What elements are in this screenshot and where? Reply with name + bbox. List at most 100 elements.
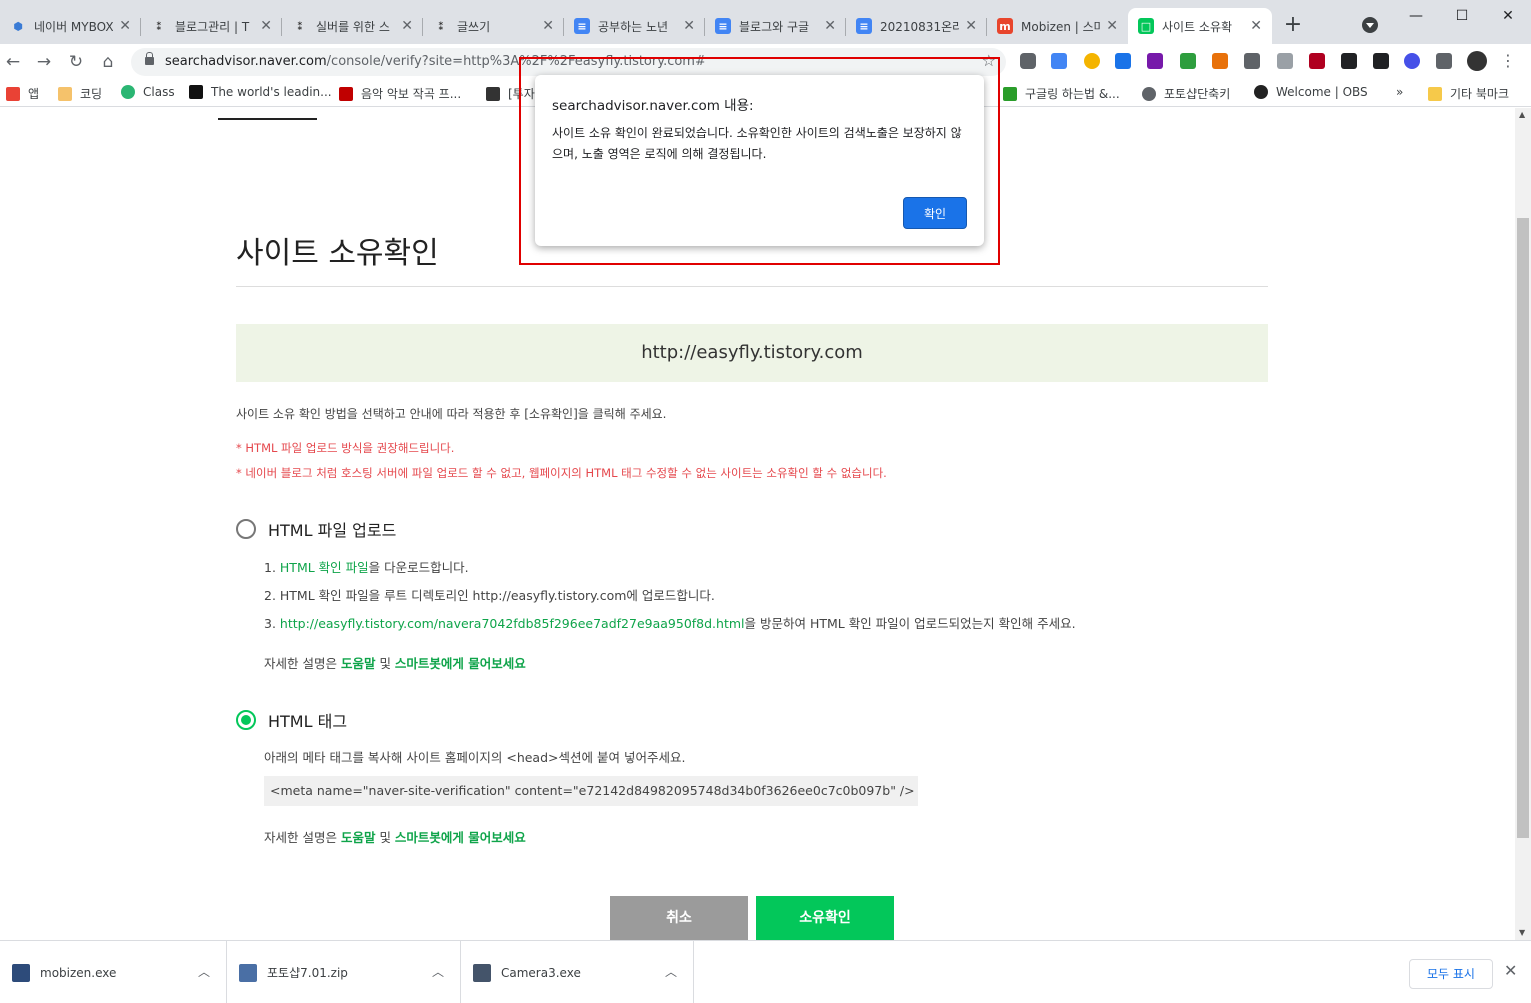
close-icon[interactable]: ✕ (401, 18, 413, 34)
download-html-file-link[interactable]: HTML 확인 파일 (280, 560, 369, 575)
meta-tag-code[interactable]: <meta name="naver-site-verification" con… (264, 776, 918, 806)
translate-icon[interactable] (1051, 53, 1067, 69)
step-text: 3. (264, 616, 280, 631)
tab-online[interactable]: ≡ 20210831온라 ✕ (846, 8, 987, 44)
download-item[interactable]: mobizen.exe ︿ (0, 941, 227, 1003)
extension-icon[interactable] (1212, 53, 1228, 69)
address-bar[interactable]: searchadvisor.naver.com/console/verify?s… (131, 48, 1006, 76)
tab-blog-google[interactable]: ≡ 블로그와 구글 ✕ (705, 8, 846, 44)
url-host: searchadvisor.naver.com (165, 54, 327, 69)
scroll-thumb[interactable] (1517, 218, 1529, 838)
radio-html-file[interactable] (236, 519, 256, 539)
apps-grid-icon (6, 86, 20, 101)
tab-strip: ⬢ 네이버 MYBOX ✕ ⁑ 블로그관리 | T ✕ ⁑ 실버를 위한 스 ✕… (0, 0, 1531, 44)
tab-title: 공부하는 노년 (598, 19, 669, 34)
help-text: 자세한 설명은 (264, 656, 341, 671)
bookmark-googling[interactable]: 구글링 하는법 &... (1003, 85, 1120, 102)
tab-site-verify[interactable]: □ 사이트 소유확 ✕ (1128, 8, 1272, 44)
radio-html-tag[interactable] (236, 710, 256, 730)
tistory-icon: ⁑ (156, 19, 162, 33)
bookmark-worlds-leading[interactable]: The world's leadin... (189, 85, 332, 99)
close-icon[interactable]: ✕ (260, 18, 272, 34)
help-link[interactable]: 도움말 (341, 830, 376, 845)
close-icon[interactable]: ✕ (1250, 18, 1262, 34)
kebab-menu-icon[interactable]: ⋮ (1500, 51, 1516, 70)
close-icon[interactable]: ✕ (824, 18, 836, 34)
tab-mybox[interactable]: ⬢ 네이버 MYBOX ✕ (0, 8, 141, 44)
extension-icon[interactable] (1180, 53, 1196, 69)
bookmark-music[interactable]: 음악 악보 작곡 프... (339, 85, 461, 102)
bookmark-class[interactable]: Class (121, 85, 175, 99)
close-icon[interactable]: ✕ (683, 18, 695, 34)
new-tab-button[interactable]: + (1280, 12, 1306, 37)
download-item[interactable]: Camera3.exe ︿ (461, 941, 694, 1003)
cancel-button[interactable]: 취소 (610, 896, 748, 940)
extension-icon[interactable] (1404, 53, 1420, 69)
extension-icon[interactable] (1341, 53, 1357, 69)
page-title: 사이트 소유확인 (236, 236, 439, 271)
onenote-icon[interactable] (1147, 53, 1163, 69)
extension-icon[interactable] (1244, 53, 1260, 69)
site-url-box: http://easyfly.tistory.com (236, 324, 1268, 382)
tab-write[interactable]: ⁑ 글쓰기 ✕ (423, 8, 564, 44)
extension-icon[interactable] (1277, 53, 1293, 69)
tab-blog-manage[interactable]: ⁑ 블로그관리 | T ✕ (141, 8, 282, 44)
url-text[interactable]: searchadvisor.naver.com/console/verify?s… (165, 54, 706, 69)
tab-search-icon[interactable] (1362, 17, 1378, 33)
help-link[interactable]: 도움말 (341, 656, 376, 671)
verify-ownership-button[interactable]: 소유확인 (756, 896, 894, 940)
ublock-icon[interactable] (1309, 53, 1325, 69)
tab-title: 사이트 소유확 (1162, 19, 1233, 34)
close-icon[interactable]: ✕ (965, 18, 977, 34)
reload-icon[interactable]: ↻ (64, 50, 88, 74)
dialog-ok-button[interactable]: 확인 (903, 197, 967, 229)
smartbot-link[interactable]: 스마트봇에게 물어보세요 (395, 830, 526, 845)
active-nav-underline (218, 118, 317, 120)
bookmark-invest[interactable]: [투자 (486, 85, 535, 102)
extension-icon[interactable] (1373, 53, 1389, 69)
bookmark-star-icon[interactable]: ☆ (982, 51, 996, 70)
verify-file-link[interactable]: http://easyfly.tistory.com/navera7042fdb… (280, 616, 745, 631)
tab-study[interactable]: ≡ 공부하는 노년 ✕ (564, 8, 705, 44)
pocket-icon[interactable] (1020, 53, 1036, 69)
minimize-button[interactable]: — (1393, 4, 1439, 28)
bookmark-label: 포토샵단축키 (1164, 87, 1231, 101)
smartbot-link[interactable]: 스마트봇에게 물어보세요 (395, 656, 526, 671)
bookmark-obs[interactable]: Welcome | OBS (1254, 85, 1368, 99)
back-arrow-icon[interactable]: ← (1, 50, 25, 74)
extension-icon[interactable] (1115, 53, 1131, 69)
option-html-tag[interactable]: HTML 태그 (236, 708, 347, 732)
download-item[interactable]: 포토샵7.01.zip ︿ (227, 941, 461, 1003)
show-all-downloads-button[interactable]: 모두 표시 (1409, 959, 1493, 989)
home-icon[interactable]: ⌂ (96, 50, 120, 74)
bookmark-coding[interactable]: 코딩 (58, 85, 102, 102)
chevron-up-icon[interactable]: ︿ (665, 963, 677, 980)
bookmark-label: The world's leadin... (211, 85, 332, 99)
bookmark-photoshop-keys[interactable]: 포토샵단축키 (1142, 85, 1230, 102)
chevron-up-icon[interactable]: ︿ (432, 963, 444, 980)
option-html-file[interactable]: HTML 파일 업로드 (236, 517, 396, 541)
close-icon[interactable]: ✕ (542, 18, 554, 34)
avatar[interactable] (1467, 51, 1487, 71)
close-icon[interactable]: ✕ (119, 18, 131, 34)
close-window-button[interactable]: ✕ (1485, 4, 1531, 28)
scroll-down-icon[interactable]: ▼ (1519, 928, 1525, 937)
maximize-button[interactable]: ☐ (1439, 4, 1485, 28)
mobizen-icon: m (997, 18, 1013, 34)
page-scrollbar[interactable]: ▲ ▼ (1515, 108, 1531, 940)
bookmarks-overflow-button[interactable]: » (1396, 85, 1403, 99)
close-icon[interactable]: ✕ (1504, 961, 1517, 980)
bookmark-apps[interactable]: 앱 (6, 85, 39, 102)
step-2: 2. HTML 확인 파일을 루트 디렉토리인 http://easyfly.t… (264, 588, 715, 603)
chevron-up-icon[interactable]: ︿ (198, 963, 210, 980)
bookmark-label: 코딩 (80, 87, 103, 101)
help-text: 및 (375, 830, 395, 845)
forward-arrow-icon[interactable]: → (32, 50, 56, 74)
scroll-up-icon[interactable]: ▲ (1519, 110, 1525, 119)
extension-icon[interactable] (1084, 53, 1100, 69)
tab-silver[interactable]: ⁑ 실버를 위한 스 ✕ (282, 8, 423, 44)
other-bookmarks[interactable]: 기타 북마크 (1428, 85, 1509, 102)
tab-mobizen[interactable]: m Mobizen | 스마 ✕ (987, 8, 1128, 44)
close-icon[interactable]: ✕ (1106, 18, 1118, 34)
puzzle-icon[interactable] (1436, 53, 1452, 69)
